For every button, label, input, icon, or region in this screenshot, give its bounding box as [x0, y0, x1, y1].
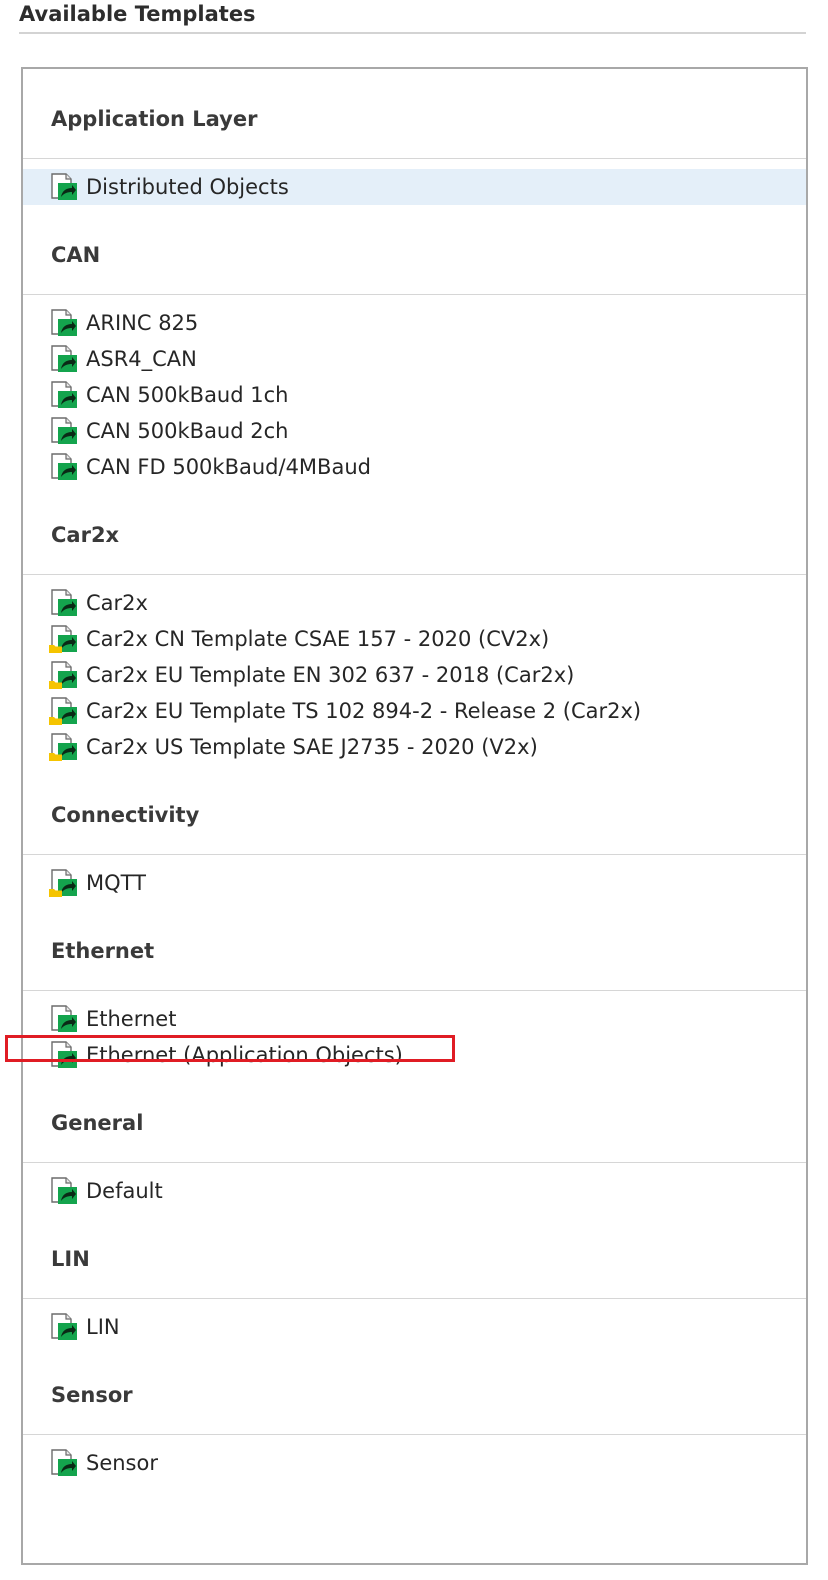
- template-item-can-fd-500kbaud-4mbaud[interactable]: CAN FD 500kBaud/4MBaud: [23, 449, 806, 485]
- template-item-car2x-eu-template-ts-102-894-2-release-2-car2x[interactable]: Car2x EU Template TS 102 894-2 - Release…: [23, 693, 806, 729]
- template-doc-icon: [49, 452, 81, 482]
- template-folder-icon: [49, 696, 81, 726]
- group-header-general: General: [23, 1073, 806, 1163]
- page-title: Available Templates: [19, 2, 256, 26]
- template-doc-icon: [49, 1312, 81, 1342]
- group-items-car2x: Car2x Car2x CN Template CSAE 157 - 2020 (…: [23, 575, 806, 765]
- template-doc-icon: [49, 1448, 81, 1478]
- template-item-label: Ethernet (Application Objects): [86, 1043, 403, 1067]
- title-divider: [19, 32, 806, 34]
- template-item-ethernet[interactable]: Ethernet: [23, 1001, 806, 1037]
- template-item-sensor[interactable]: Sensor: [23, 1445, 806, 1481]
- template-item-lin[interactable]: LIN: [23, 1309, 806, 1345]
- template-item-label: Default: [86, 1179, 163, 1203]
- template-item-label: Car2x: [86, 591, 148, 615]
- template-item-car2x-us-template-sae-j2735-2020-v2x[interactable]: Car2x US Template SAE J2735 - 2020 (V2x): [23, 729, 806, 765]
- template-item-label: CAN 500kBaud 1ch: [86, 383, 289, 407]
- group-header-car2x: Car2x: [23, 485, 806, 575]
- template-doc-icon: [49, 1040, 81, 1070]
- group-items-application-layer: Distributed Objects: [23, 159, 806, 205]
- template-item-label: Car2x US Template SAE J2735 - 2020 (V2x): [86, 735, 538, 759]
- template-item-label: LIN: [86, 1315, 120, 1339]
- group-items-ethernet: Ethernet Ethernet (Application Objects): [23, 991, 806, 1073]
- template-item-label: Distributed Objects: [86, 175, 289, 199]
- template-item-label: Car2x CN Template CSAE 157 - 2020 (CV2x): [86, 627, 550, 651]
- template-folder-icon: [49, 660, 81, 690]
- template-item-can-500kbaud-1ch[interactable]: CAN 500kBaud 1ch: [23, 377, 806, 413]
- template-doc-icon: [49, 1176, 81, 1206]
- group-items-can: ARINC 825 ASR4_CAN CAN 500kBaud 1ch CAN 500…: [23, 295, 806, 485]
- template-folder-icon: [49, 624, 81, 654]
- template-item-arinc-825[interactable]: ARINC 825: [23, 305, 806, 341]
- template-item-asr4-can[interactable]: ASR4_CAN: [23, 341, 806, 377]
- templates-list-panel[interactable]: Application Layer Distributed Objects CAN A…: [21, 67, 808, 1565]
- group-items-connectivity: MQTT: [23, 855, 806, 901]
- template-item-can-500kbaud-2ch[interactable]: CAN 500kBaud 2ch: [23, 413, 806, 449]
- template-item-distributed-objects[interactable]: Distributed Objects: [23, 169, 806, 205]
- template-doc-icon: [49, 380, 81, 410]
- template-item-default[interactable]: Default: [23, 1173, 806, 1209]
- template-item-car2x-eu-template-en-302-637-2018-car2x[interactable]: Car2x EU Template EN 302 637 - 2018 (Car…: [23, 657, 806, 693]
- template-folder-icon: [49, 868, 81, 898]
- template-item-label: Sensor: [86, 1451, 158, 1475]
- template-item-car2x-cn-template-csae-157-2020-cv2x[interactable]: Car2x CN Template CSAE 157 - 2020 (CV2x): [23, 621, 806, 657]
- template-item-label: MQTT: [86, 871, 146, 895]
- template-item-label: Car2x EU Template EN 302 637 - 2018 (Car…: [86, 663, 575, 687]
- template-doc-icon: [49, 1004, 81, 1034]
- group-items-lin: LIN: [23, 1299, 806, 1345]
- group-header-connectivity: Connectivity: [23, 765, 806, 855]
- template-item-label: Ethernet: [86, 1007, 177, 1031]
- template-item-ethernet-application-objects[interactable]: Ethernet (Application Objects): [23, 1037, 806, 1073]
- group-header-sensor: Sensor: [23, 1345, 806, 1435]
- template-item-label: ASR4_CAN: [86, 347, 197, 371]
- template-item-label: CAN 500kBaud 2ch: [86, 419, 289, 443]
- template-doc-icon: [49, 344, 81, 374]
- template-item-label: Car2x EU Template TS 102 894-2 - Release…: [86, 699, 642, 723]
- template-item-label: CAN FD 500kBaud/4MBaud: [86, 455, 371, 479]
- group-items-sensor: Sensor: [23, 1435, 806, 1481]
- template-item-mqtt[interactable]: MQTT: [23, 865, 806, 901]
- template-doc-icon: [49, 588, 81, 618]
- group-header-application-layer: Application Layer: [23, 69, 806, 159]
- group-header-lin: LIN: [23, 1209, 806, 1299]
- group-header-can: CAN: [23, 205, 806, 295]
- template-folder-icon: [49, 732, 81, 762]
- template-doc-icon: [49, 308, 81, 338]
- template-item-car2x[interactable]: Car2x: [23, 585, 806, 621]
- template-doc-icon: [49, 416, 81, 446]
- group-items-general: Default: [23, 1163, 806, 1209]
- template-item-label: ARINC 825: [86, 311, 199, 335]
- template-doc-icon: [49, 172, 81, 202]
- group-header-ethernet: Ethernet: [23, 901, 806, 991]
